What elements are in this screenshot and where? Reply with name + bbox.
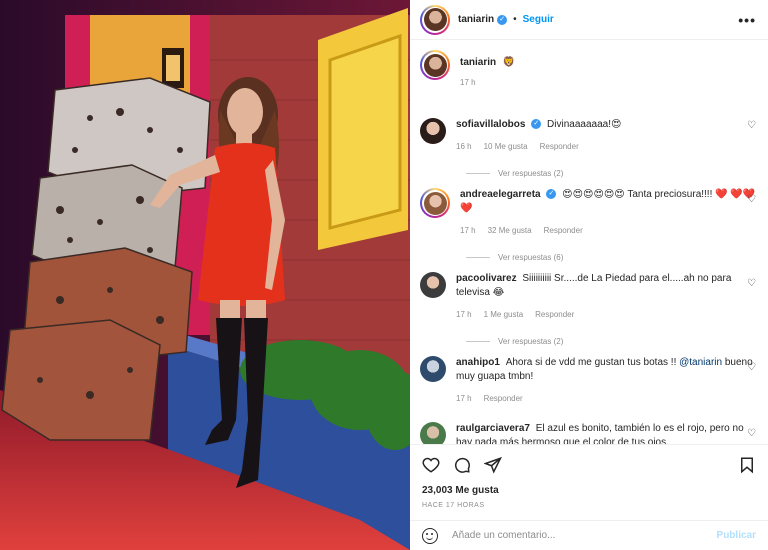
commenter-avatar[interactable] <box>420 272 446 298</box>
like-comment-icon[interactable]: ♡ <box>747 194 756 205</box>
like-comment-icon[interactable]: ♡ <box>747 278 756 289</box>
comment-item: anahipo1 Ahora si de vdd me gustan tus b… <box>420 356 756 418</box>
replies-line <box>466 256 490 258</box>
comment-username[interactable]: raulgarciavera7 <box>456 423 530 434</box>
publish-button[interactable]: Publicar <box>717 530 756 541</box>
caption-time: 17 h <box>460 78 476 87</box>
like-comment-icon[interactable]: ♡ <box>747 120 756 131</box>
post-image <box>0 0 410 550</box>
reply-button[interactable]: Responder <box>535 308 574 322</box>
emoji-icon[interactable] <box>422 527 438 544</box>
caption-text: 🦁 <box>502 57 516 68</box>
commenter-avatar[interactable] <box>420 188 450 218</box>
comment-likes[interactable]: 1 Me gusta <box>484 308 524 322</box>
comment-time: 17 h <box>456 310 472 319</box>
commenter-avatar[interactable] <box>420 118 446 144</box>
likes-count[interactable]: 23,003 Me gusta <box>422 485 756 496</box>
caption-username[interactable]: taniarin <box>460 57 496 68</box>
separator-dot: • <box>513 14 517 25</box>
comment-text-before: Ahora si de vdd me gustan tus botas !! <box>505 357 680 368</box>
comment-icon[interactable] <box>453 456 471 474</box>
comment-username[interactable]: anahipo1 <box>456 357 500 368</box>
comment-likes[interactable]: 32 Me gusta <box>488 224 532 238</box>
like-comment-icon[interactable]: ♡ <box>747 362 756 373</box>
view-replies-button[interactable]: Ver respuestas (2) <box>466 330 756 352</box>
share-icon[interactable] <box>484 456 502 474</box>
follow-button[interactable]: Seguir <box>523 14 554 25</box>
view-replies-label: Ver respuestas (2) <box>498 168 564 178</box>
replies-line <box>466 340 490 342</box>
like-icon[interactable] <box>422 456 440 474</box>
commenter-avatar[interactable] <box>420 356 446 382</box>
comment-time: 16 h <box>456 142 472 151</box>
post-time: HACE 17 HORAS <box>422 502 485 509</box>
verified-icon: ✓ <box>531 119 542 130</box>
author-avatar[interactable] <box>420 4 450 35</box>
commenter-avatar[interactable] <box>420 422 446 444</box>
post-photo[interactable] <box>0 0 410 550</box>
caption-avatar[interactable] <box>420 50 450 80</box>
comment-likes[interactable]: 10 Me gusta <box>484 140 528 154</box>
comment-item: sofiavillalobos ✓ Divinaaaaaaa!😍 16 h 10… <box>420 118 756 162</box>
author-username[interactable]: taniarin <box>458 14 494 25</box>
view-replies-button[interactable]: Ver respuestas (2) <box>466 162 756 184</box>
comment-time: 17 h <box>460 226 476 235</box>
verified-icon: ✓ <box>497 14 508 25</box>
comment-item: andreaelegarreta ✓ 😍😍😍😍😍😍 Tanta preciosu… <box>420 188 756 246</box>
reply-button[interactable]: Responder <box>544 224 583 238</box>
like-comment-icon[interactable]: ♡ <box>747 428 756 439</box>
reply-button[interactable]: Responder <box>540 140 579 154</box>
comment-username[interactable]: andreaelegarreta <box>460 189 541 200</box>
caption: taniarin 🦁 17 h <box>420 40 756 118</box>
view-replies-button[interactable]: Ver respuestas (6) <box>466 246 756 268</box>
more-options-icon[interactable]: ••• <box>738 12 756 28</box>
reply-button[interactable]: Responder <box>484 392 523 406</box>
comment-input[interactable] <box>452 530 717 541</box>
comment-item: raulgarciavera7 El azul es bonito, tambi… <box>420 422 756 444</box>
comment-text: Divinaaaaaaa!😍 <box>547 119 622 130</box>
mention-link[interactable]: @taniarin <box>679 357 722 368</box>
comment-username[interactable]: pacoolivarez <box>456 273 517 284</box>
view-replies-label: Ver respuestas (2) <box>498 336 564 346</box>
replies-line <box>466 172 490 174</box>
save-icon[interactable] <box>738 456 756 474</box>
verified-icon: ✓ <box>546 189 557 200</box>
view-replies-label: Ver respuestas (6) <box>498 252 564 262</box>
comments-list[interactable]: taniarin 🦁 17 h sofiavillalobos ✓ Divina… <box>410 40 768 444</box>
add-comment-bar: Publicar <box>410 520 768 550</box>
post-header: taniarin ✓ • Seguir ••• <box>410 0 768 40</box>
comment-username[interactable]: sofiavillalobos <box>456 119 525 130</box>
comment-item: pacoolivarez Siiiiiiiiii Sr.....de La Pi… <box>420 272 756 330</box>
post-panel: taniarin ✓ • Seguir ••• taniarin 🦁 17 h … <box>410 0 768 550</box>
comment-time: 17 h <box>456 394 472 403</box>
